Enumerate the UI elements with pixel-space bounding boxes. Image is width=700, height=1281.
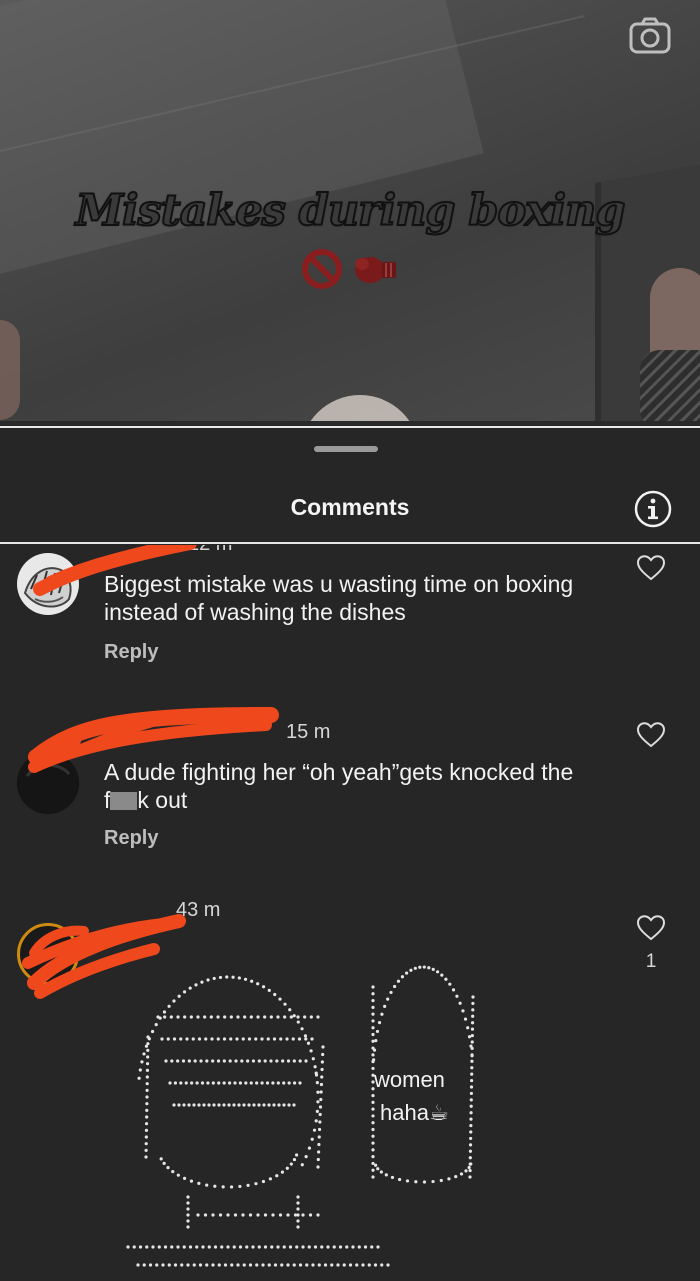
- video-preview[interactable]: Mistakes during boxing: [0, 0, 700, 421]
- comment-text: A dude fighting her “oh yeah”gets knocke…: [104, 758, 634, 814]
- like-count: 1: [645, 951, 657, 972]
- person-head: [300, 395, 420, 421]
- comments-list[interactable]: 12 m Biggest mistake was u wasting time …: [0, 545, 700, 1281]
- reply-button[interactable]: Reply: [104, 827, 158, 850]
- person-sleeve: [640, 350, 700, 421]
- prohibited-icon: [302, 249, 342, 289]
- header-divider: [0, 542, 700, 544]
- comment-time: 43 m: [176, 899, 221, 921]
- comment-item: 12 m Biggest mistake was u wasting time …: [0, 545, 700, 705]
- avatar[interactable]: [17, 553, 79, 615]
- heart-icon[interactable]: [636, 722, 666, 748]
- info-icon[interactable]: [633, 489, 673, 529]
- comment-item: 15 m A dude fighting her “oh yeah”gets k…: [0, 695, 700, 875]
- person-hand-left: [0, 320, 20, 420]
- avatar[interactable]: [17, 752, 79, 814]
- heart-icon[interactable]: [636, 915, 666, 941]
- comment-text-line2: fk out: [104, 786, 634, 814]
- censor-bar: [110, 792, 138, 810]
- ascii-art-text-line1: women: [374, 1067, 445, 1092]
- ascii-art-text-line2: haha☕: [380, 1100, 449, 1125]
- comment-time: 12 m: [188, 545, 232, 556]
- comments-sheet: Comments 12 m Biggest mistake was u wast…: [0, 426, 700, 1281]
- ascii-art: women haha☕: [118, 947, 488, 1277]
- drag-handle[interactable]: [314, 446, 378, 452]
- boxing-glove-icon: [355, 257, 396, 283]
- reply-button[interactable]: Reply: [104, 641, 158, 664]
- comment-time: 15 m: [286, 721, 331, 743]
- video-overlay-title: Mistakes during boxing: [75, 185, 627, 237]
- overlay-emojis: [300, 248, 410, 290]
- sheet-title: Comments: [290, 494, 410, 520]
- avatar[interactable]: [17, 923, 79, 985]
- comment-text-end: k out: [137, 787, 188, 813]
- wall-background: [0, 0, 484, 280]
- camera-icon[interactable]: [628, 16, 672, 56]
- comment-text-line1: A dude fighting her “oh yeah”gets knocke…: [104, 759, 574, 785]
- heart-icon[interactable]: [636, 555, 666, 581]
- comment-text: Biggest mistake was u wasting time on bo…: [104, 571, 574, 625]
